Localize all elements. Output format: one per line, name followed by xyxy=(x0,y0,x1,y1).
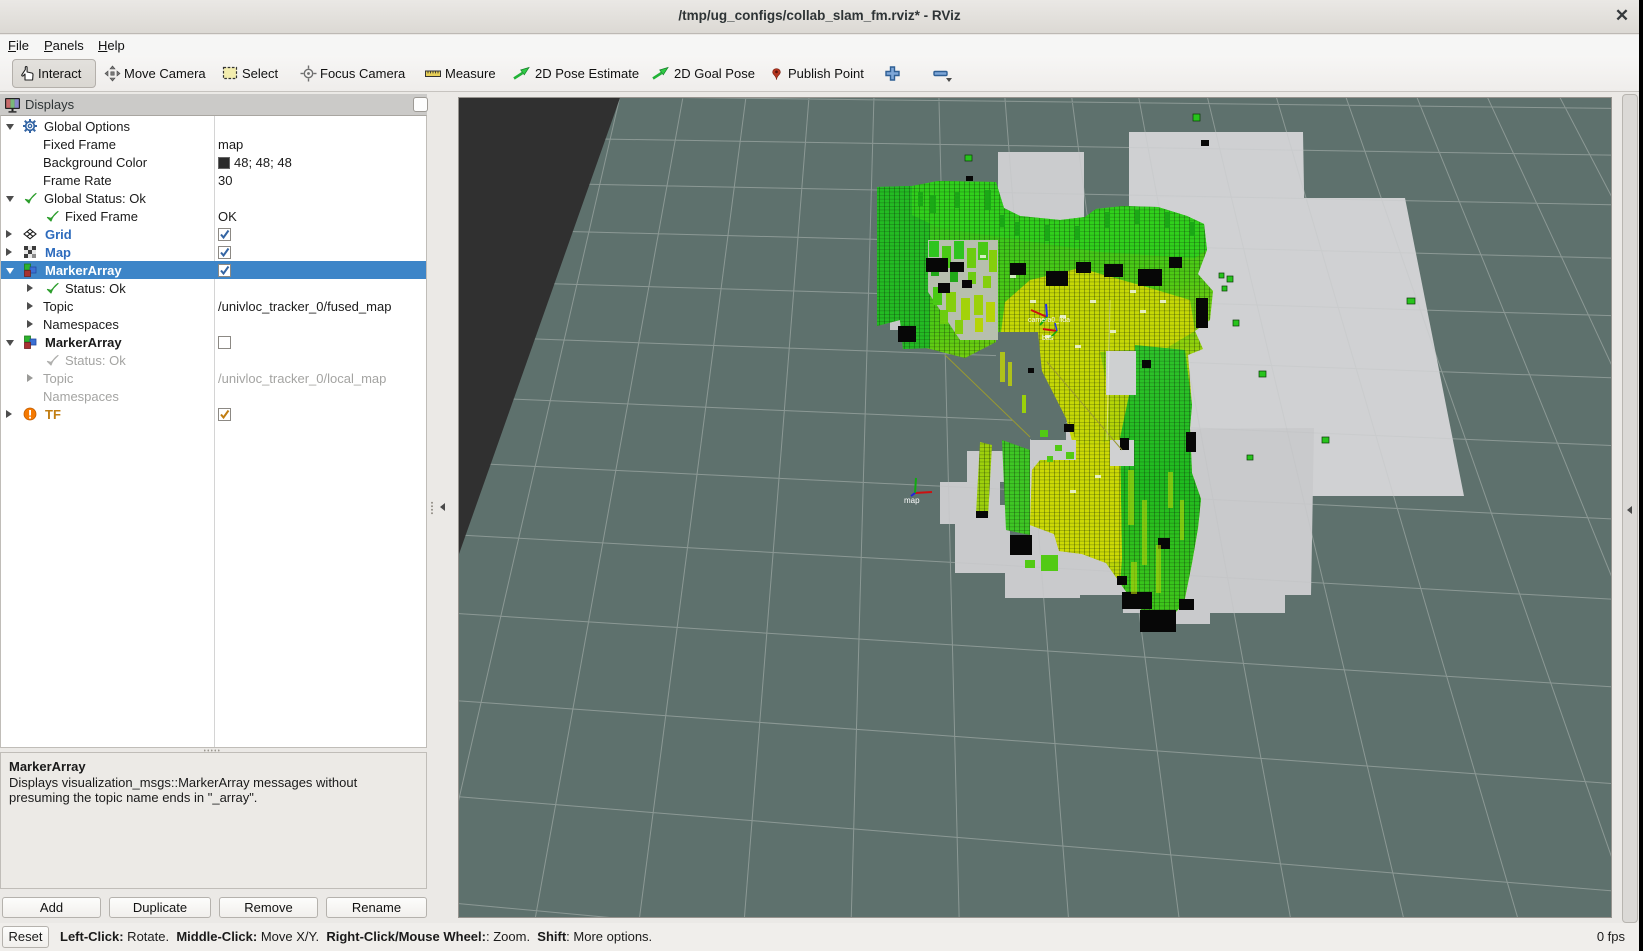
svg-text:camera0_lida: camera0_lida xyxy=(1028,317,1070,324)
svg-text:bas: bas xyxy=(1042,335,1054,342)
svg-text:map: map xyxy=(904,496,920,505)
